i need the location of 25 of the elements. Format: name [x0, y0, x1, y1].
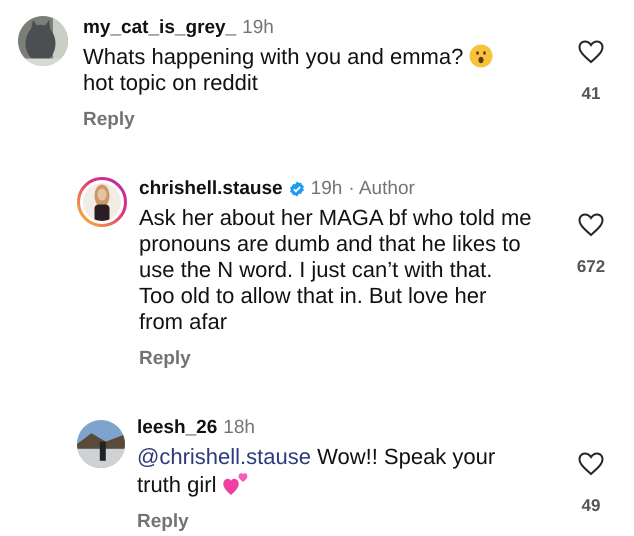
- username[interactable]: my_cat_is_grey_: [83, 16, 236, 40]
- comment-text: @chrishell.stause Wow!! Speak your truth girl: [137, 444, 496, 498]
- username[interactable]: leesh_26: [137, 416, 218, 440]
- reply-button[interactable]: Reply: [139, 348, 191, 370]
- like-count: 49: [582, 496, 600, 516]
- reply-button[interactable]: Reply: [83, 109, 135, 131]
- heart-icon: [578, 40, 604, 64]
- surprised-emoji-icon: [469, 44, 494, 68]
- like-button[interactable]: [578, 213, 604, 237]
- two-hearts-icon: [222, 470, 250, 496]
- comment-text: Whats happening with you and emma? hot topic on reddit: [83, 44, 566, 96]
- like-count: 672: [576, 257, 606, 277]
- like-count: 41: [582, 84, 600, 104]
- comment-text: Ask her about her MAGA bf who told me pronouns are dumb and that he likes to use the N word. I just can’t with that. Too old to allow that in. But love her from afar: [139, 205, 533, 335]
- mention-link[interactable]: @chrishell.stause: [137, 444, 311, 469]
- reply-button[interactable]: Reply: [137, 511, 189, 533]
- comment-time: 19h: [310, 177, 342, 201]
- like-button[interactable]: [578, 452, 604, 476]
- author-label: · Author: [348, 177, 415, 201]
- heart-icon: [578, 213, 604, 237]
- comment-time: 19h: [242, 16, 274, 40]
- heart-icon: [578, 452, 604, 476]
- like-button[interactable]: [578, 40, 604, 64]
- username[interactable]: chrishell.stause: [139, 177, 283, 201]
- comment-time: 18h: [223, 416, 255, 440]
